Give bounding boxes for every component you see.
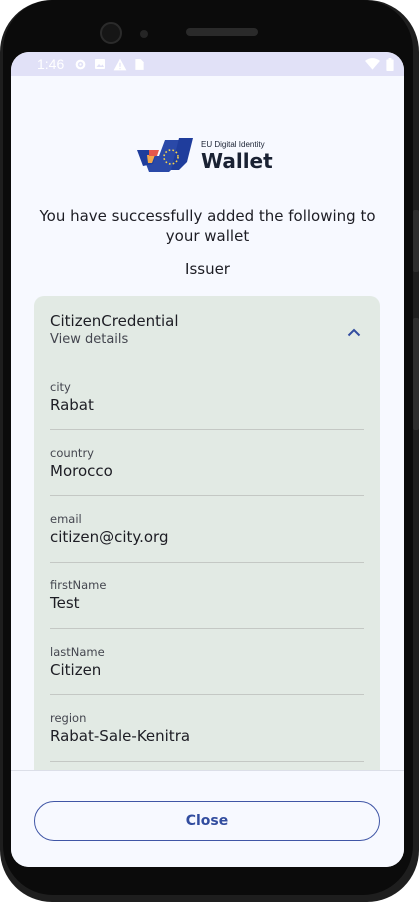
logo-title: Wallet	[201, 149, 273, 173]
warning-icon	[113, 58, 127, 70]
field-label: region	[50, 711, 87, 725]
field-city: city Rabat	[50, 380, 364, 414]
view-details-label: View details	[50, 332, 129, 347]
front-camera	[100, 22, 122, 44]
wallet-logo-icon	[137, 138, 193, 172]
field-label: country	[50, 446, 94, 460]
status-bar: 1:46	[11, 52, 404, 76]
success-message: You have successfully added the followin…	[39, 207, 376, 245]
wifi-icon	[365, 58, 380, 70]
field-divider	[50, 429, 364, 430]
field-value: Test	[50, 594, 80, 612]
sim-card-icon	[135, 58, 144, 70]
status-icons-left	[74, 58, 145, 71]
status-time: 1:46	[37, 56, 65, 72]
field-label: city	[50, 380, 71, 394]
credential-title: CitizenCredential	[50, 312, 179, 330]
field-label: firstName	[50, 578, 107, 592]
chevron-up-icon[interactable]	[342, 320, 366, 344]
field-label: lastName	[50, 645, 105, 659]
logo-subtitle: EU Digital Identity	[201, 140, 265, 149]
field-value: Citizen	[50, 661, 102, 679]
field-divider	[50, 562, 364, 563]
phone-device: 1:46 EU Digital Identity Wallet You have…	[0, 0, 419, 902]
field-region: region Rabat-Sale-Kenitra	[50, 711, 364, 745]
status-icons-right	[365, 57, 394, 71]
field-last-name: lastName Citizen	[50, 645, 364, 679]
sensor-dot	[140, 30, 148, 38]
field-divider	[50, 628, 364, 629]
field-value: Rabat-Sale-Kenitra	[50, 727, 191, 745]
field-divider	[50, 495, 364, 496]
field-value: citizen@city.org	[50, 528, 169, 546]
field-value: Rabat	[50, 396, 94, 414]
volume-button	[413, 210, 419, 272]
issuer-label: Issuer	[185, 260, 230, 278]
app-screen: 1:46 EU Digital Identity Wallet You have…	[11, 52, 404, 867]
eudi-wallet-logo: EU Digital Identity Wallet	[135, 136, 285, 176]
credential-card: CitizenCredential View details city Raba…	[34, 296, 380, 776]
field-value: Morocco	[50, 462, 113, 480]
field-country: country Morocco	[50, 446, 364, 480]
logo-wordmark: EU Digital Identity Wallet	[201, 140, 273, 173]
bottom-action-bar: Close	[11, 770, 404, 867]
field-divider	[50, 761, 364, 762]
field-divider	[50, 694, 364, 695]
credential-header[interactable]: CitizenCredential View details	[50, 312, 364, 352]
field-first-name: firstName Test	[50, 578, 364, 612]
image-icon	[95, 59, 106, 69]
close-button[interactable]: Close	[34, 801, 380, 841]
power-button	[413, 318, 419, 430]
field-label: email	[50, 512, 82, 526]
settings-icon	[75, 59, 86, 69]
battery-icon	[386, 57, 394, 71]
field-email: email citizen@city.org	[50, 512, 364, 546]
earpiece-speaker	[186, 28, 258, 36]
